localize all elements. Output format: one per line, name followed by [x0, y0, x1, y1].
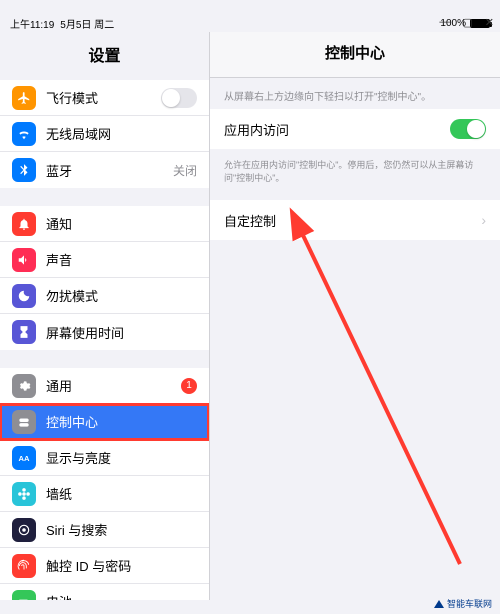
settings-sidebar: 设置 飞行模式无线局域网蓝牙关闭通知声音勿扰模式屏幕使用时间通用1控制中心AA显… [0, 32, 210, 600]
sidebar-item-touchid[interactable]: 触控 ID 与密码 [0, 548, 209, 584]
detail-title: 控制中心 [210, 32, 500, 78]
sidebar-item-flower[interactable]: 墙纸 [0, 476, 209, 512]
status-bar: 上午11:19 5月5日 周二 100% [0, 14, 500, 32]
sidebar-item-siri[interactable]: Siri 与搜索 [0, 512, 209, 548]
window-controls: — ▢ ✕ [439, 16, 494, 29]
badge: 1 [181, 378, 197, 394]
sidebar-item-bell[interactable]: 通知 [0, 206, 209, 242]
status-date: 5月5日 周二 [60, 16, 114, 31]
sidebar-item-label: Siri 与搜索 [46, 520, 197, 539]
row-label: 应用内访问 [224, 120, 450, 139]
battery-icon [12, 590, 36, 601]
sidebar-item-label: 墙纸 [46, 484, 197, 503]
bluetooth-icon [12, 158, 36, 182]
speaker-icon [12, 248, 36, 272]
sidebar-item-label: 勿扰模式 [46, 286, 197, 305]
sidebar-item-toggles[interactable]: 控制中心 [0, 404, 209, 440]
watermark: 智能车联网 [434, 597, 492, 610]
in-app-access-switch[interactable] [450, 119, 486, 139]
aa-icon: AA [12, 446, 36, 470]
maximize-icon[interactable]: ▢ [462, 16, 472, 29]
sidebar-item-moon[interactable]: 勿扰模式 [0, 278, 209, 314]
sidebar-item-label: 电池 [46, 592, 197, 600]
sidebar-item-label: 飞行模式 [46, 88, 161, 107]
hint-top: 从屏幕右上方边缘向下轻扫以打开"控制中心"。 [210, 78, 500, 109]
chevron-right-icon: › [481, 212, 486, 228]
hourglass-icon [12, 320, 36, 344]
sidebar-title: 设置 [0, 32, 209, 80]
sidebar-item-gear[interactable]: 通用1 [0, 368, 209, 404]
sidebar-item-bluetooth[interactable]: 蓝牙关闭 [0, 152, 209, 188]
bell-icon [12, 212, 36, 236]
sidebar-item-label: 控制中心 [46, 412, 197, 431]
sidebar-item-airplane[interactable]: 飞行模式 [0, 80, 209, 116]
row-customize-controls[interactable]: 自定控制 › [210, 200, 500, 240]
sidebar-item-label: 无线局域网 [46, 124, 197, 143]
sidebar-item-aa[interactable]: AA 显示与亮度 [0, 440, 209, 476]
toggles-icon [12, 410, 36, 434]
siri-icon [12, 518, 36, 542]
sidebar-item-label: 通用 [46, 376, 181, 395]
hint-in-app: 允许在应用内访问"控制中心"。停用后，您仍然可以从主屏幕访问"控制中心"。 [210, 155, 500, 200]
sidebar-item-label: 蓝牙 [46, 161, 173, 180]
sidebar-item-label: 声音 [46, 250, 197, 269]
sidebar-item-speaker[interactable]: 声音 [0, 242, 209, 278]
trailing-text: 关闭 [173, 162, 197, 179]
sidebar-item-wifi[interactable]: 无线局域网 [0, 116, 209, 152]
flower-icon [12, 482, 36, 506]
airplane-icon [12, 86, 36, 110]
wifi-icon [12, 122, 36, 146]
airplane-switch[interactable] [161, 88, 197, 108]
gear-icon [12, 374, 36, 398]
minimize-icon[interactable]: — [439, 16, 450, 29]
row-label: 自定控制 [224, 211, 481, 230]
sidebar-item-hourglass[interactable]: 屏幕使用时间 [0, 314, 209, 350]
row-in-app-access[interactable]: 应用内访问 [210, 109, 500, 149]
sidebar-item-label: 通知 [46, 214, 197, 233]
sidebar-item-label: 显示与亮度 [46, 448, 197, 467]
sidebar-item-battery[interactable]: 电池 [0, 584, 209, 600]
sidebar-item-label: 触控 ID 与密码 [46, 556, 197, 575]
sidebar-item-label: 屏幕使用时间 [46, 323, 197, 342]
svg-text:AA: AA [19, 453, 30, 462]
moon-icon [12, 284, 36, 308]
close-icon[interactable]: ✕ [485, 16, 494, 29]
status-time: 上午11:19 [10, 16, 54, 31]
detail-pane: 控制中心 从屏幕右上方边缘向下轻扫以打开"控制中心"。 应用内访问 允许在应用内… [210, 32, 500, 600]
touchid-icon [12, 554, 36, 578]
